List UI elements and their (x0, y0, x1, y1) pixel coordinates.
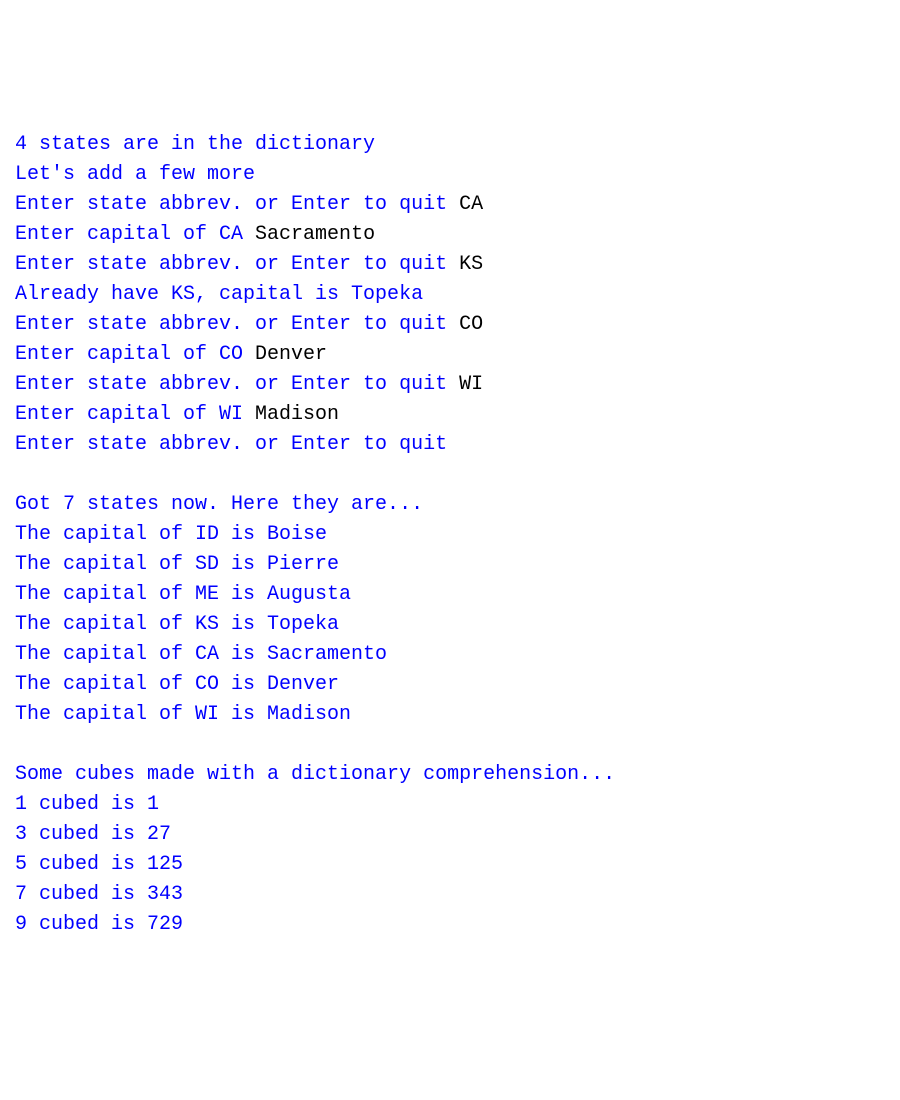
program-output-text: 3 cubed is 27 (15, 823, 171, 846)
console-line: 5 cubed is 125 (15, 850, 885, 880)
console-line: Enter capital of WI Madison (15, 400, 885, 430)
console-line: The capital of SD is Pierre (15, 550, 885, 580)
console-line: Enter state abbrev. or Enter to quit KS (15, 250, 885, 280)
console-line: Let's add a few more (15, 160, 885, 190)
console-line: The capital of CO is Denver (15, 670, 885, 700)
console-line: Already have KS, capital is Topeka (15, 280, 885, 310)
console-line: The capital of CA is Sacramento (15, 640, 885, 670)
program-output-text: Let's add a few more (15, 163, 255, 186)
program-output-text: 9 cubed is 729 (15, 913, 183, 936)
program-output-text: The capital of KS is Topeka (15, 613, 339, 636)
console-line: The capital of ID is Boise (15, 520, 885, 550)
console-line: The capital of WI is Madison (15, 700, 885, 730)
console-line: 3 cubed is 27 (15, 820, 885, 850)
program-output-text: Enter state abbrev. or Enter to quit (15, 193, 459, 216)
program-output-text: 7 cubed is 343 (15, 883, 183, 906)
program-output-text: Enter capital of WI (15, 403, 255, 426)
console-line: 4 states are in the dictionary (15, 130, 885, 160)
program-output-text: The capital of ID is Boise (15, 523, 327, 546)
console-line (15, 730, 885, 760)
program-output-text: The capital of WI is Madison (15, 703, 351, 726)
console-line: Enter state abbrev. or Enter to quit CO (15, 310, 885, 340)
program-output-text: Enter capital of CA (15, 223, 255, 246)
console-line: Got 7 states now. Here they are... (15, 490, 885, 520)
program-output-text: Enter state abbrev. or Enter to quit (15, 433, 447, 456)
program-output-text: Enter state abbrev. or Enter to quit (15, 253, 459, 276)
user-input-text: WI (459, 373, 483, 396)
console-line: Enter state abbrev. or Enter to quit CA (15, 190, 885, 220)
console-line: Enter capital of CA Sacramento (15, 220, 885, 250)
console-line: 1 cubed is 1 (15, 790, 885, 820)
user-input-text: Denver (255, 343, 327, 366)
console-line: Enter state abbrev. or Enter to quit (15, 430, 885, 460)
console-line: Enter capital of CO Denver (15, 340, 885, 370)
program-output-text: 5 cubed is 125 (15, 853, 183, 876)
program-output-text: Enter capital of CO (15, 343, 255, 366)
program-output-text: Some cubes made with a dictionary compre… (15, 763, 615, 786)
user-input-text: Sacramento (255, 223, 375, 246)
console-line: The capital of KS is Topeka (15, 610, 885, 640)
program-output-text: The capital of CO is Denver (15, 673, 339, 696)
console-line: Enter state abbrev. or Enter to quit WI (15, 370, 885, 400)
user-input-text: CO (459, 313, 483, 336)
program-output-text: The capital of CA is Sacramento (15, 643, 387, 666)
user-input-text: CA (459, 193, 483, 216)
console-line: 9 cubed is 729 (15, 910, 885, 940)
program-output-text: Enter state abbrev. or Enter to quit (15, 373, 459, 396)
console-line: 7 cubed is 343 (15, 880, 885, 910)
program-output-text: The capital of ME is Augusta (15, 583, 351, 606)
console-line (15, 460, 885, 490)
program-output-text: Got 7 states now. Here they are... (15, 493, 423, 516)
program-output-text: Enter state abbrev. or Enter to quit (15, 313, 459, 336)
console-line: Some cubes made with a dictionary compre… (15, 760, 885, 790)
program-output-text: The capital of SD is Pierre (15, 553, 339, 576)
console-line: The capital of ME is Augusta (15, 580, 885, 610)
console-output: 4 states are in the dictionary Let's add … (15, 130, 885, 940)
program-output-text: 4 states are in the dictionary (15, 133, 375, 156)
program-output-text: Already have KS, capital is Topeka (15, 283, 423, 306)
program-output-text: 1 cubed is 1 (15, 793, 159, 816)
user-input-text: KS (459, 253, 483, 276)
user-input-text: Madison (255, 403, 339, 426)
